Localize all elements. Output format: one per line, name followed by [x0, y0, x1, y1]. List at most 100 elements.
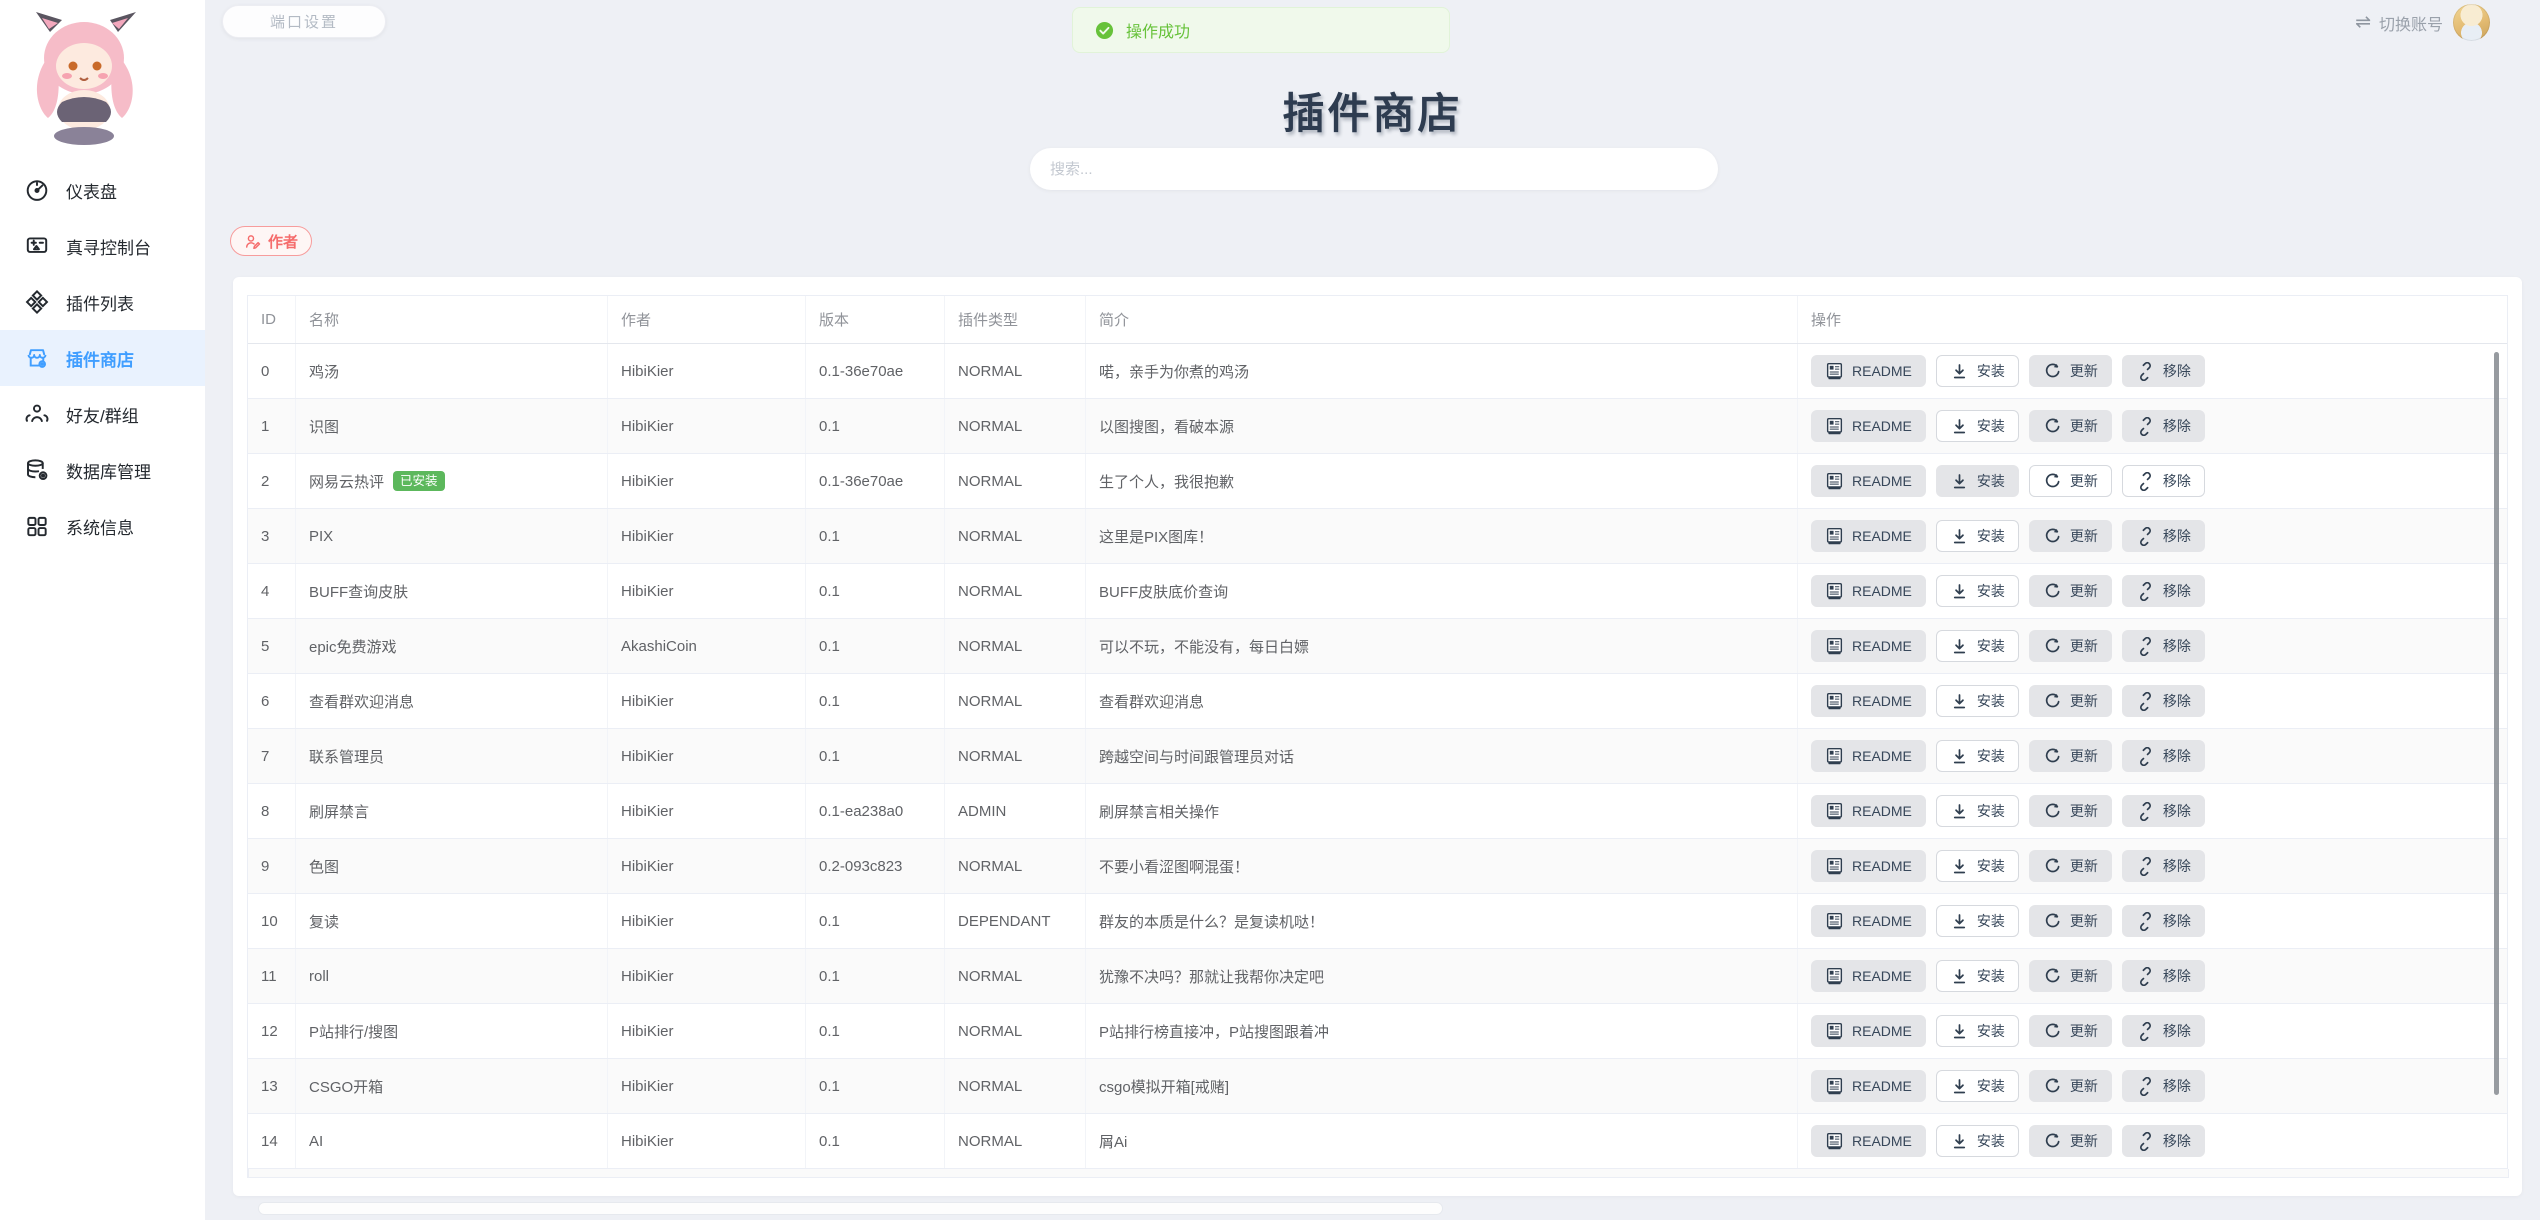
update-button[interactable]: 更新: [2029, 960, 2112, 992]
remove-button[interactable]: 移除: [2122, 520, 2205, 552]
cell-id: 7: [248, 729, 296, 783]
update-button[interactable]: 更新: [2029, 520, 2112, 552]
download-icon: [1950, 802, 1969, 821]
cell-name: 刷屏禁言: [296, 784, 608, 838]
remove-button[interactable]: 移除: [2122, 740, 2205, 772]
switch-account-button[interactable]: ⇌ 切换账号: [2355, 11, 2443, 35]
install-button[interactable]: 安装: [1936, 630, 2019, 662]
sidebar-item-plugin-store[interactable]: 插件商店: [0, 330, 205, 386]
remove-button[interactable]: 移除: [2122, 1125, 2205, 1157]
readme-button[interactable]: README: [1811, 960, 1926, 992]
install-button[interactable]: 安装: [1936, 1070, 2019, 1102]
readme-button[interactable]: README: [1811, 1015, 1926, 1047]
install-button[interactable]: 安装: [1936, 740, 2019, 772]
remove-button[interactable]: 移除: [2122, 795, 2205, 827]
update-button[interactable]: 更新: [2029, 905, 2112, 937]
sidebar-item-database[interactable]: 数据库管理: [0, 442, 205, 498]
readme-button[interactable]: README: [1811, 355, 1926, 387]
search-input[interactable]: [1030, 148, 1718, 190]
remove-button[interactable]: 移除: [2122, 575, 2205, 607]
update-button[interactable]: 更新: [2029, 630, 2112, 662]
remove-button[interactable]: 移除: [2122, 465, 2205, 497]
table-row: 2 网易云热评 已安装 HibiKier 0.1-36e70ae NORMAL …: [248, 454, 2507, 509]
cell-description: 生了个人，我很抱歉: [1086, 454, 1798, 508]
readme-button[interactable]: README: [1811, 575, 1926, 607]
update-button-label: 更新: [2070, 1079, 2098, 1093]
readme-button[interactable]: README: [1811, 685, 1926, 717]
remove-button[interactable]: 移除: [2122, 630, 2205, 662]
readme-button[interactable]: README: [1811, 740, 1926, 772]
cell-id: 11: [248, 949, 296, 1003]
update-button[interactable]: 更新: [2029, 850, 2112, 882]
sidebar-item-console[interactable]: 真寻控制台: [0, 218, 205, 274]
cell-name: 联系管理员: [296, 729, 608, 783]
update-button[interactable]: 更新: [2029, 685, 2112, 717]
update-button[interactable]: 更新: [2029, 465, 2112, 497]
update-button[interactable]: 更新: [2029, 1015, 2112, 1047]
readme-button[interactable]: README: [1811, 905, 1926, 937]
install-button[interactable]: 安装: [1936, 795, 2019, 827]
remove-button[interactable]: 移除: [2122, 960, 2205, 992]
remove-button-label: 移除: [2163, 1079, 2191, 1093]
table-row: 7 联系管理员 HibiKier 0.1 NORMAL 跨越空间与时间跟管理员对…: [248, 729, 2507, 784]
remove-button[interactable]: 移除: [2122, 410, 2205, 442]
table-row: 12 P站排行/搜图 HibiKier 0.1 NORMAL P站排行榜直接冲，…: [248, 1004, 2507, 1059]
remove-button[interactable]: 移除: [2122, 905, 2205, 937]
install-button[interactable]: 安装: [1936, 685, 2019, 717]
remove-button[interactable]: 移除: [2122, 685, 2205, 717]
readme-doc-icon: [1825, 912, 1844, 931]
plugin-name: roll: [309, 968, 329, 985]
remove-button[interactable]: 移除: [2122, 355, 2205, 387]
table-row: 10 复读 HibiKier 0.1 DEPENDANT 群友的本质是什么？是复…: [248, 894, 2507, 949]
readme-button[interactable]: README: [1811, 520, 1926, 552]
user-avatar[interactable]: [2453, 4, 2490, 41]
install-button[interactable]: 安装: [1936, 850, 2019, 882]
readme-button[interactable]: README: [1811, 795, 1926, 827]
port-settings-button[interactable]: 端口设置: [222, 5, 386, 38]
install-button[interactable]: 安装: [1936, 465, 2019, 497]
sidebar-item-friends-groups[interactable]: 好友/群组: [0, 386, 205, 442]
readme-button[interactable]: README: [1811, 1070, 1926, 1102]
remove-button[interactable]: 移除: [2122, 1070, 2205, 1102]
cell-type: NORMAL: [945, 1059, 1086, 1113]
install-button[interactable]: 安装: [1936, 905, 2019, 937]
sidebar-item-dashboard[interactable]: 仪表盘: [0, 162, 205, 218]
install-button[interactable]: 安装: [1936, 575, 2019, 607]
update-button[interactable]: 更新: [2029, 410, 2112, 442]
table-vertical-scrollbar[interactable]: [2494, 352, 2499, 1095]
update-button[interactable]: 更新: [2029, 740, 2112, 772]
readme-button[interactable]: README: [1811, 630, 1926, 662]
cell-name: 鸡汤: [296, 344, 608, 398]
install-button[interactable]: 安装: [1936, 1125, 2019, 1157]
readme-button[interactable]: README: [1811, 465, 1926, 497]
install-button[interactable]: 安装: [1936, 1015, 2019, 1047]
horizontal-scrollbar[interactable]: [258, 1202, 1443, 1215]
table-row: 0 鸡汤 HibiKier 0.1-36e70ae NORMAL 喏，亲手为你煮…: [248, 344, 2507, 399]
readme-button[interactable]: README: [1811, 850, 1926, 882]
refresh-icon: [2043, 527, 2062, 546]
download-icon: [1950, 857, 1969, 876]
refresh-icon: [2043, 692, 2062, 711]
install-button[interactable]: 安装: [1936, 355, 2019, 387]
readme-button[interactable]: README: [1811, 410, 1926, 442]
sidebar-item-system-info[interactable]: 系统信息: [0, 498, 205, 554]
update-button[interactable]: 更新: [2029, 575, 2112, 607]
update-button[interactable]: 更新: [2029, 355, 2112, 387]
sidebar-item-plugin-list[interactable]: 插件列表: [0, 274, 205, 330]
update-button[interactable]: 更新: [2029, 1125, 2112, 1157]
update-button[interactable]: 更新: [2029, 795, 2112, 827]
readme-button[interactable]: README: [1811, 1125, 1926, 1157]
remove-button[interactable]: 移除: [2122, 850, 2205, 882]
update-button-label: 更新: [2070, 804, 2098, 818]
author-filter-chip[interactable]: 作者: [230, 226, 312, 256]
install-button[interactable]: 安装: [1936, 410, 2019, 442]
remove-button[interactable]: 移除: [2122, 1015, 2205, 1047]
plugin-name: 识图: [309, 416, 339, 437]
update-button-label: 更新: [2070, 749, 2098, 763]
install-button[interactable]: 安装: [1936, 520, 2019, 552]
plugin-name: 复读: [309, 911, 339, 932]
plugin-name: CSGO开箱: [309, 1076, 383, 1097]
install-button[interactable]: 安装: [1936, 960, 2019, 992]
readme-doc-icon: [1825, 417, 1844, 436]
update-button[interactable]: 更新: [2029, 1070, 2112, 1102]
